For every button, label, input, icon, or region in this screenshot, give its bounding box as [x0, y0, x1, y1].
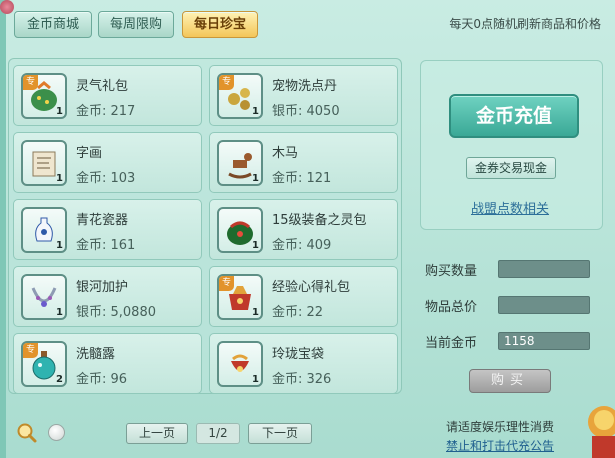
shop-item-card[interactable]: 1 字画金币: 103: [13, 132, 202, 193]
next-page-button[interactable]: 下一页: [248, 423, 312, 444]
shop-item-card[interactable]: 专 1 灵气礼包 金币: 217: [13, 65, 202, 126]
item-price: 金币: 326: [272, 372, 332, 387]
exclusive-tag: 专: [219, 75, 234, 90]
gold-recharge-button[interactable]: 金币充值: [449, 94, 579, 138]
current-gold-field: 1158: [498, 332, 590, 350]
shop-item-card[interactable]: 1 15级装备之灵包 金币: 409: [209, 199, 398, 260]
item-price: 金币: 217: [76, 104, 136, 119]
item-thumbnail: 1: [21, 207, 67, 253]
item-price: 金币: 121: [272, 171, 332, 186]
item-thumbnail: 专2: [21, 341, 67, 387]
exclusive-tag: 专: [23, 343, 38, 358]
item-quantity: 1: [56, 307, 63, 318]
item-name: 15级装备之灵包: [272, 213, 367, 228]
magnifier-icon[interactable]: [16, 422, 38, 444]
item-quantity: 1: [252, 307, 259, 318]
tab-daily-treasure[interactable]: 每日珍宝: [182, 11, 258, 38]
current-gold-label: 当前金币: [425, 336, 478, 351]
item-quantity: 1: [252, 173, 259, 184]
refresh-note: 每天0点随机刷新商品和价格: [449, 17, 601, 31]
alliance-points-link[interactable]: 战盟点数相关: [471, 198, 549, 217]
anti-proxy-notice-link[interactable]: 禁止和打击代充公告: [446, 437, 554, 454]
page-indicator: 1/2: [196, 423, 240, 444]
shop-item-card[interactable]: 专 1 宠物洗点丹 银币: 4050: [209, 65, 398, 126]
item-name: 玲珑宝袋: [272, 347, 325, 362]
item-thumbnail: 专1: [21, 73, 67, 119]
window-corner-ornament: [0, 0, 14, 14]
item-thumbnail: 1: [217, 140, 263, 186]
item-price: 金币: 161: [76, 238, 136, 253]
shop-item-card[interactable]: 1 青花瓷器金币: 161: [13, 199, 202, 260]
consumption-notice: 请适度娱乐理性消费: [446, 420, 555, 434]
prev-page-button[interactable]: 上一页: [126, 423, 188, 444]
item-quantity: 1: [252, 240, 259, 251]
item-thumbnail: 1: [21, 140, 67, 186]
toggle-dot[interactable]: [48, 424, 65, 441]
item-quantity: 1: [252, 106, 259, 117]
item-price: 金币: 96: [76, 372, 128, 387]
item-name: 青花瓷器: [76, 213, 129, 228]
exclusive-tag: 专: [23, 75, 38, 90]
shop-item-card[interactable]: 1 玲珑宝袋金币: 326: [209, 333, 398, 394]
item-thumbnail: 1: [217, 207, 263, 253]
item-quantity: 1: [56, 240, 63, 251]
item-name: 宠物洗点丹: [272, 79, 338, 94]
shop-item-card[interactable]: 1 银河加护银币: 5,0880: [13, 266, 202, 327]
item-price: 银币: 5,0880: [76, 305, 156, 320]
item-price: 金币: 22: [272, 305, 324, 320]
item-quantity: 2: [56, 374, 63, 385]
shop-item-card[interactable]: 专 2 洗髓露 金币: 96: [13, 333, 202, 394]
item-thumbnail: 1: [21, 274, 67, 320]
item-price: 金币: 409: [272, 238, 332, 253]
item-price: 银币: 4050: [272, 104, 340, 119]
item-thumbnail: 专1: [217, 73, 263, 119]
item-name: 灵气礼包: [76, 79, 129, 94]
buy-button[interactable]: 购买: [469, 369, 551, 393]
total-price-field: [498, 296, 590, 314]
tab-gold-mall[interactable]: 金币商城: [14, 11, 92, 38]
quantity-input[interactable]: [498, 260, 590, 278]
item-name: 银河加护: [76, 280, 129, 295]
item-thumbnail: 1: [217, 341, 263, 387]
shop-item-card[interactable]: 专 1 经验心得礼包 金币: 22: [209, 266, 398, 327]
shop-item-card[interactable]: 1 木马金币: 121: [209, 132, 398, 193]
tab-weekly-limited[interactable]: 每周限购: [98, 11, 174, 38]
quantity-label: 购买数量: [425, 264, 478, 279]
total-price-label: 物品总价: [425, 300, 478, 315]
item-quantity: 1: [56, 106, 63, 117]
item-quantity: 1: [252, 374, 259, 385]
item-name: 洗髓露: [76, 347, 116, 362]
item-thumbnail: 专1: [217, 274, 263, 320]
exclusive-tag: 专: [219, 276, 234, 291]
item-name: 经验心得礼包: [272, 280, 351, 295]
voucher-exchange-button[interactable]: 金券交易现金: [466, 157, 556, 179]
item-quantity: 1: [56, 173, 63, 184]
mascot-icon[interactable]: [582, 380, 615, 458]
item-name: 木马: [272, 146, 299, 161]
item-name: 字画: [76, 146, 103, 161]
item-price: 金币: 103: [76, 171, 136, 186]
